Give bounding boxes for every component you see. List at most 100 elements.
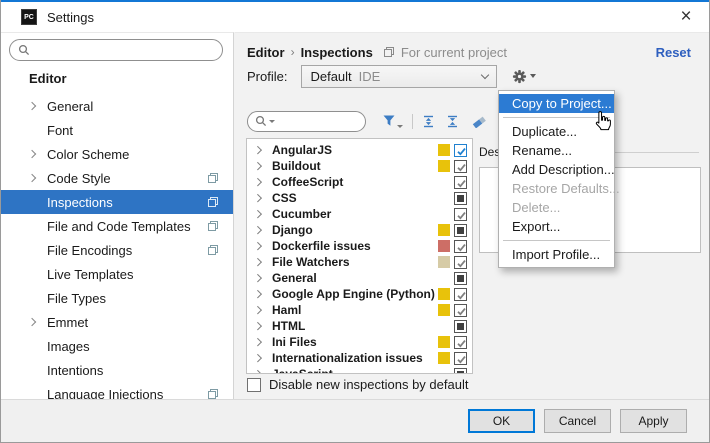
cancel-button[interactable]: Cancel — [544, 409, 611, 433]
inspection-checkbox[interactable] — [454, 368, 467, 375]
filter-button[interactable] — [382, 114, 403, 128]
menu-item-label: Delete... — [512, 200, 560, 215]
sidebar-item[interactable]: Live Templates — [1, 262, 233, 286]
inspections-search-input[interactable] — [247, 111, 366, 132]
inspection-group-row[interactable]: Haml — [247, 302, 472, 318]
inspection-group-row[interactable]: Ini Files — [247, 334, 472, 350]
inspection-group-row[interactable]: Buildout — [247, 158, 472, 174]
menu-item[interactable]: Export... — [499, 217, 614, 236]
breadcrumb-editor[interactable]: Editor — [247, 45, 285, 60]
chevron-right-icon[interactable] — [255, 211, 269, 217]
menu-item-label: Duplicate... — [512, 124, 577, 139]
inspection-checkbox[interactable] — [454, 224, 467, 237]
sidebar-nav: General Font — [1, 94, 233, 406]
inspection-checkbox[interactable] — [454, 144, 467, 157]
inspection-checkbox[interactable] — [454, 160, 467, 173]
inspections-tree[interactable]: AngularJS Buildout — [246, 138, 473, 374]
sidebar-item[interactable]: Intentions — [1, 358, 233, 382]
collapse-all-button[interactable] — [446, 115, 459, 128]
current-project-icon — [383, 46, 395, 58]
chevron-right-icon[interactable] — [255, 179, 269, 185]
sidebar-item[interactable]: File Types — [1, 286, 233, 310]
chevron-right-icon[interactable] — [255, 163, 269, 169]
profile-label: Profile: — [247, 69, 287, 84]
inspection-group-row[interactable]: Cucumber — [247, 206, 472, 222]
chevron-right-icon[interactable] — [255, 259, 269, 265]
inspection-group-row[interactable]: Google App Engine (Python) — [247, 286, 472, 302]
sidebar-item[interactable]: Images — [1, 334, 233, 358]
sidebar-item[interactable]: Font — [1, 118, 233, 142]
ok-button[interactable]: OK — [468, 409, 535, 433]
inspection-group-row[interactable]: JavaScript — [247, 366, 472, 374]
severity-color-swatch — [438, 336, 450, 348]
inspection-checkbox[interactable] — [454, 288, 467, 301]
sidebar-section-editor: Editor — [29, 71, 67, 86]
sidebar-item[interactable]: Code Style — [1, 166, 233, 190]
inspection-group-row[interactable]: Internationalization issues — [247, 350, 472, 366]
chevron-right-icon[interactable] — [255, 195, 269, 201]
menu-item: Delete... — [499, 198, 614, 217]
chevron-right-icon[interactable] — [29, 103, 47, 109]
chevron-right-icon[interactable] — [255, 147, 269, 153]
sidebar-item-label: Images — [47, 339, 90, 354]
inspection-group-row[interactable]: Dockerfile issues — [247, 238, 472, 254]
inspection-checkbox[interactable] — [454, 304, 467, 317]
chevron-right-icon[interactable] — [255, 323, 269, 329]
menu-item-label: Restore Defaults... — [512, 181, 620, 196]
inspection-group-row[interactable]: File Watchers — [247, 254, 472, 270]
profile-combobox[interactable]: Default IDE — [301, 65, 497, 88]
chevron-right-icon[interactable] — [29, 151, 47, 157]
sidebar-item-label: File Types — [47, 291, 106, 306]
inspection-group-row[interactable]: Django — [247, 222, 472, 238]
chevron-right-icon[interactable] — [255, 339, 269, 345]
inspection-group-row[interactable]: HTML — [247, 318, 472, 334]
search-icon — [18, 44, 30, 56]
inspection-checkbox[interactable] — [454, 336, 467, 349]
inspection-group-row[interactable]: CSS — [247, 190, 472, 206]
reset-filter-button[interactable] — [472, 115, 487, 128]
sidebar-item[interactable]: Color Scheme — [1, 142, 233, 166]
chevron-right-icon[interactable] — [29, 175, 47, 181]
chevron-right-icon[interactable] — [255, 291, 269, 297]
menu-item[interactable]: Rename... — [499, 141, 614, 160]
inspection-checkbox[interactable] — [454, 272, 467, 285]
chevron-right-icon[interactable] — [255, 243, 269, 249]
sidebar-item[interactable]: File and Code Templates — [1, 214, 233, 238]
inspection-group-row[interactable]: General — [247, 270, 472, 286]
sidebar-item[interactable]: Inspections — [1, 190, 233, 214]
sidebar-item[interactable]: General — [1, 94, 233, 118]
inspection-checkbox[interactable] — [454, 352, 467, 365]
disable-new-inspections-checkbox[interactable] — [247, 378, 261, 392]
chevron-right-icon[interactable] — [255, 275, 269, 281]
sidebar-item-label: Inspections — [47, 195, 113, 210]
inspection-checkbox[interactable] — [454, 192, 467, 205]
profile-scheme: IDE — [359, 69, 381, 84]
close-icon[interactable]: × — [663, 2, 709, 32]
inspection-group-row[interactable]: CoffeeScript — [247, 174, 472, 190]
inspection-checkbox[interactable] — [454, 240, 467, 253]
menu-item[interactable]: Add Description... — [499, 160, 614, 179]
chevron-right-icon[interactable] — [29, 319, 47, 325]
expand-all-icon — [422, 115, 435, 128]
chevron-right-icon[interactable] — [255, 371, 269, 374]
menu-item[interactable]: Import Profile... — [499, 245, 614, 264]
search-options-caret-icon — [269, 120, 275, 123]
inspection-group-row[interactable]: AngularJS — [247, 142, 472, 158]
chevron-right-icon[interactable] — [255, 227, 269, 233]
sidebar-item[interactable]: Emmet — [1, 310, 233, 334]
reset-link[interactable]: Reset — [656, 45, 691, 60]
profile-actions-button[interactable] — [512, 69, 536, 84]
expand-all-button[interactable] — [422, 115, 435, 128]
inspection-checkbox[interactable] — [454, 320, 467, 333]
apply-button[interactable]: Apply — [620, 409, 687, 433]
settings-search-input[interactable] — [9, 39, 223, 61]
sidebar-item[interactable]: File Encodings — [1, 238, 233, 262]
chevron-right-icon[interactable] — [255, 355, 269, 361]
checkmark-icon — [455, 209, 468, 222]
checkmark-icon — [455, 161, 468, 174]
inspection-checkbox[interactable] — [454, 208, 467, 221]
inspection-checkbox[interactable] — [454, 256, 467, 269]
inspection-checkbox[interactable] — [454, 176, 467, 189]
eraser-icon — [472, 115, 487, 128]
chevron-right-icon[interactable] — [255, 307, 269, 313]
